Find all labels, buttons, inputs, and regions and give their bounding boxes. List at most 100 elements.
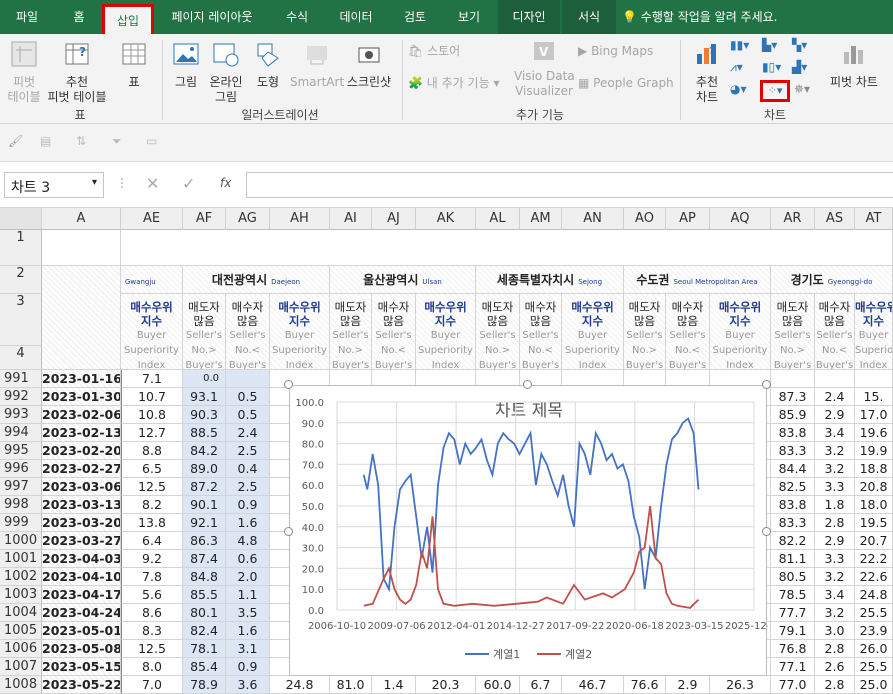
row-header[interactable]: 3 (0, 294, 42, 346)
tab-insert[interactable]: 삽입 (102, 4, 154, 34)
cell-aq[interactable]: 26.3 (710, 676, 771, 694)
cell-ae[interactable]: 9.2 (121, 550, 183, 568)
cell-af[interactable]: 86.3 (183, 532, 226, 550)
pie-chart-icon[interactable]: ◕▾ (730, 82, 747, 96)
tell-me-box[interactable]: 💡 수행할 작업을 알려 주세요. (622, 0, 822, 34)
cell-as[interactable]: 2.8 (815, 640, 855, 658)
cell-ag[interactable]: 0.9 (226, 496, 270, 514)
cell-date[interactable]: 2023-05-08 (42, 640, 121, 658)
store-button[interactable]: 🛍 스토어 (408, 44, 460, 59)
cell-date[interactable]: 2023-03-20 (42, 514, 121, 532)
cell-ar[interactable]: 87.3 (771, 388, 815, 406)
column-header-ap[interactable]: AP (666, 208, 710, 230)
cell-as[interactable]: 3.4 (815, 586, 855, 604)
cell-as[interactable]: 3.2 (815, 460, 855, 478)
row-header[interactable]: 1002 (0, 568, 42, 586)
cell-date[interactable]: 2023-04-03 (42, 550, 121, 568)
cell-as[interactable]: 3.2 (815, 604, 855, 622)
cell-ae[interactable]: 6.4 (121, 532, 183, 550)
tab-view[interactable]: 보기 (446, 0, 492, 34)
cell-at[interactable]: 25.0 (855, 676, 893, 694)
cell-af[interactable]: 84.2 (183, 442, 226, 460)
cell-as[interactable]: 1.8 (815, 496, 855, 514)
cell-as[interactable]: 3.2 (815, 568, 855, 586)
cell-date[interactable]: 2023-04-17 (42, 586, 121, 604)
cell-ag[interactable]: 0.5 (226, 388, 270, 406)
cell-ag[interactable]: 2.4 (226, 424, 270, 442)
cell-ar[interactable]: 80.5 (771, 568, 815, 586)
cell-ag[interactable]: 0.5 (226, 406, 270, 424)
cell-ar[interactable]: 76.8 (771, 640, 815, 658)
row-header[interactable]: 4 (0, 346, 42, 370)
cell-a1[interactable] (42, 230, 121, 266)
cell-date[interactable]: 2023-01-16 (42, 370, 121, 388)
row-header[interactable]: 1006 (0, 640, 42, 658)
cell-date[interactable]: 2023-02-27 (42, 460, 121, 478)
cell-ao[interactable]: 76.6 (624, 676, 666, 694)
function-icon[interactable]: fx (220, 176, 231, 190)
row-header[interactable]: 1000 (0, 532, 42, 550)
tab-page-layout[interactable]: 페이지 레이아웃 (160, 0, 264, 34)
cell-ae[interactable]: 10.7 (121, 388, 183, 406)
row-header[interactable]: 997 (0, 478, 42, 496)
cell-ap[interactable]: 2.9 (666, 676, 710, 694)
tab-data[interactable]: 데이터 (328, 0, 384, 34)
row-header[interactable]: 1 (0, 230, 42, 266)
column-header-am[interactable]: AM (520, 208, 562, 230)
row-header[interactable]: 1005 (0, 622, 42, 640)
cell-ar[interactable] (771, 370, 815, 388)
cell-at[interactable]: 25.5 (855, 604, 893, 622)
cell-ae[interactable]: 6.5 (121, 460, 183, 478)
row-header[interactable]: 993 (0, 406, 42, 424)
tab-file[interactable]: 파일 (0, 0, 54, 34)
cell-at[interactable]: 20.7 (855, 532, 893, 550)
cell-date[interactable]: 2023-03-13 (42, 496, 121, 514)
chart-object[interactable]: 차트 제목 100.0 90.0 80.0 70.0 60.0 50.0 40.0 30.0 20… (289, 385, 783, 676)
row-header[interactable]: 995 (0, 442, 42, 460)
cell-af[interactable]: 87.2 (183, 478, 226, 496)
cell-as[interactable]: 3.4 (815, 424, 855, 442)
cell-at[interactable]: 22.2 (855, 550, 893, 568)
cell-ar[interactable]: 85.9 (771, 406, 815, 424)
column-header-ae[interactable]: AE (121, 208, 183, 230)
cell-ar[interactable]: 84.4 (771, 460, 815, 478)
filter-icon[interactable]: ⏷ (112, 134, 122, 149)
cell-at[interactable]: 19.6 (855, 424, 893, 442)
cell-am[interactable]: 6.7 (520, 676, 562, 694)
cell-as[interactable]: 2.9 (815, 406, 855, 424)
resize-handle[interactable] (284, 380, 293, 389)
cell-af[interactable]: 90.3 (183, 406, 226, 424)
cell-ag[interactable]: 3.5 (226, 604, 270, 622)
cell-as[interactable]: 2.4 (815, 388, 855, 406)
column-header-af[interactable]: AF (183, 208, 226, 230)
cell-as[interactable]: 2.6 (815, 658, 855, 676)
cell-ar[interactable]: 82.2 (771, 532, 815, 550)
people-graph-button[interactable]: ▦ People Graph (578, 76, 674, 91)
cell-ar[interactable]: 78.5 (771, 586, 815, 604)
waterfall-chart-icon[interactable]: ▟▾ (792, 60, 807, 74)
cell-ae[interactable]: 13.8 (121, 514, 183, 532)
cell-ah[interactable]: 24.8 (270, 676, 330, 694)
cell-ae[interactable]: 12.5 (121, 478, 183, 496)
resize-handle[interactable] (523, 380, 532, 389)
cell-af[interactable]: 87.4 (183, 550, 226, 568)
cell-ag[interactable]: 2.0 (226, 568, 270, 586)
cell-at[interactable]: 18.8 (855, 460, 893, 478)
cell-date[interactable]: 2023-03-06 (42, 478, 121, 496)
cell-date[interactable]: 2023-05-15 (42, 658, 121, 676)
cell-at[interactable]: 19.9 (855, 442, 893, 460)
calc-icon[interactable]: ▭ (146, 134, 157, 148)
cell-af[interactable]: 84.8 (183, 568, 226, 586)
bar-chart-icon[interactable]: ▚▾ (792, 38, 807, 52)
cell-date[interactable]: 2023-01-30 (42, 388, 121, 406)
resize-handle[interactable] (762, 527, 771, 536)
cell-ag[interactable]: 0.9 (226, 658, 270, 676)
formula-input[interactable] (246, 172, 893, 198)
cell-as[interactable] (815, 370, 855, 388)
cell-ag[interactable]: 1.6 (226, 622, 270, 640)
resize-handle[interactable] (762, 380, 771, 389)
line-chart-icon[interactable]: ⩘▾ (730, 60, 743, 75)
cell-at[interactable]: 15. (855, 388, 893, 406)
tab-review[interactable]: 검토 (388, 0, 442, 34)
scatter-chart-icon[interactable]: ⁘▾ (760, 80, 790, 102)
